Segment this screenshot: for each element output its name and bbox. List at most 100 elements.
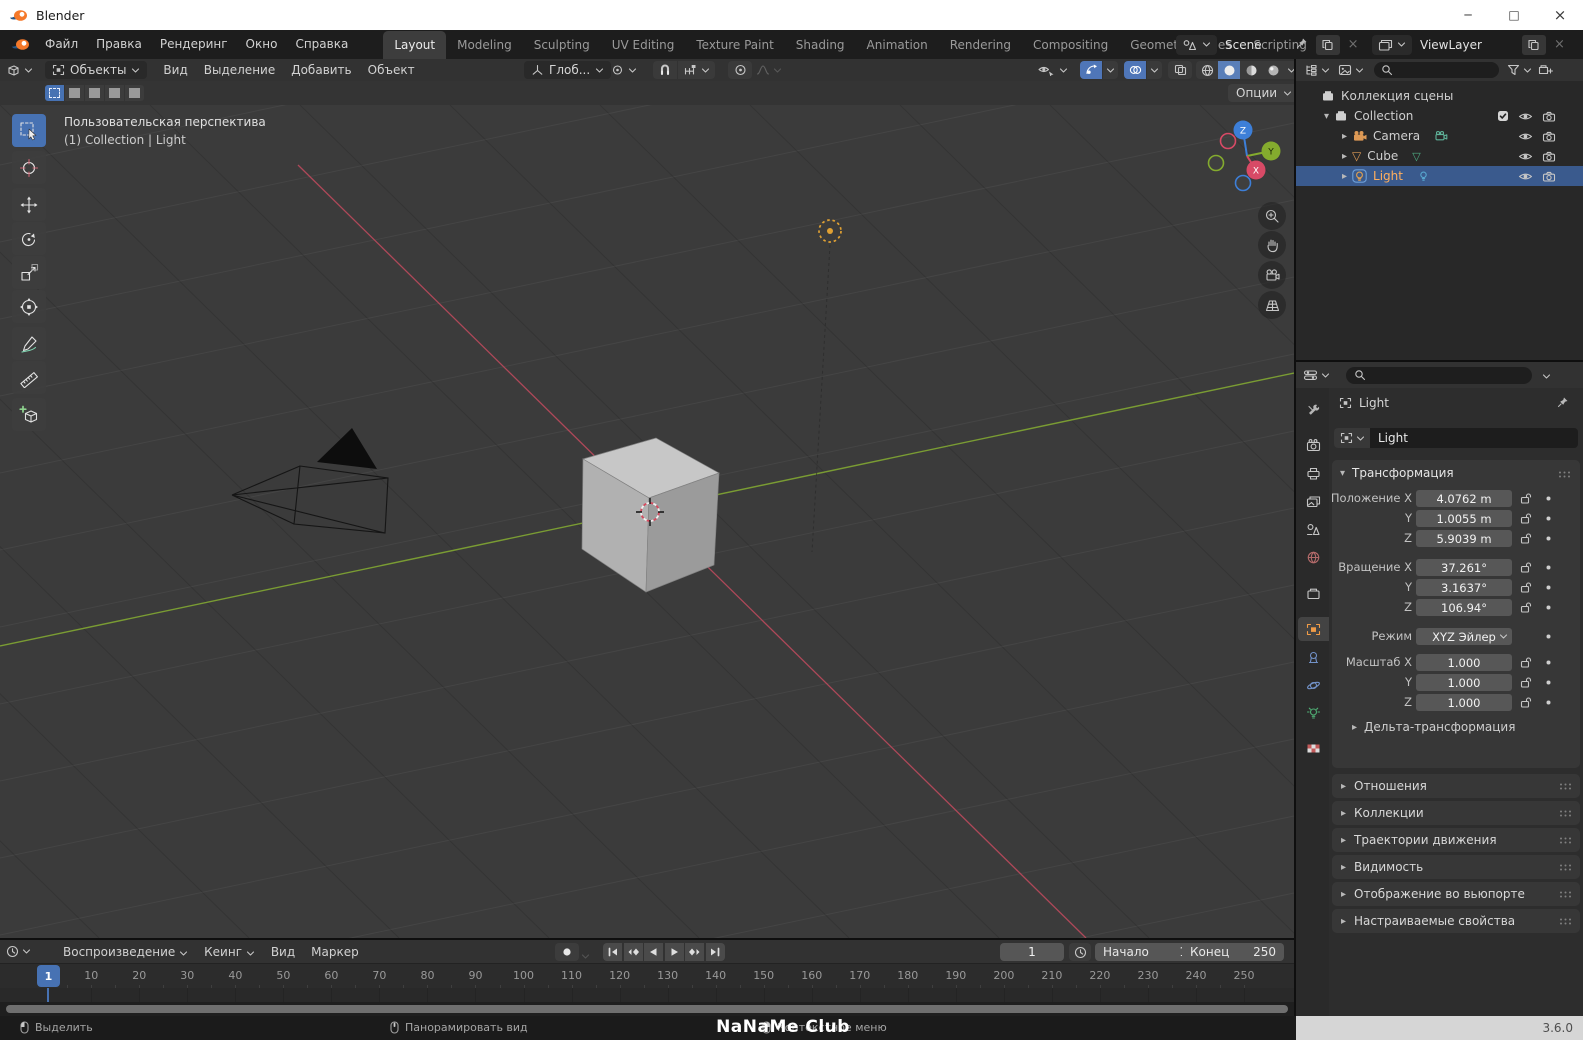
animate-dot-icon[interactable] <box>1544 678 1553 687</box>
tool-transform[interactable] <box>12 290 46 323</box>
outliner-row-cube[interactable]: ▸ ▽ Cube ▽ <box>1296 146 1583 166</box>
section-настраиваемые-свойства[interactable]: ▸ Настраиваемые свойства <box>1332 909 1580 933</box>
animate-dot-icon[interactable] <box>1544 563 1553 572</box>
properties-tab-object[interactable] <box>1298 617 1329 641</box>
workspace-tab-animation[interactable]: Animation <box>856 31 939 59</box>
tool-annotate[interactable] <box>12 327 46 360</box>
playback-play-reverse-button[interactable] <box>644 943 663 961</box>
outliner-display-mode-dropdown[interactable] <box>1304 64 1330 76</box>
outliner-row-коллекция-сцены[interactable]: Коллекция сцены <box>1296 86 1583 106</box>
editor-type-button[interactable] <box>6 64 33 77</box>
xray-toggle-button[interactable] <box>1168 61 1192 79</box>
lock-open-icon[interactable] <box>1520 493 1532 504</box>
options-dropdown[interactable]: Опции <box>1228 84 1301 102</box>
delta-transform-subpanel[interactable]: ▸ Дельта-трансформация <box>1352 720 1515 734</box>
transform-value-field[interactable]: 1.000 <box>1416 654 1512 671</box>
workspace-tab-sculpting[interactable]: Sculpting <box>523 31 601 59</box>
render-visibility-icon[interactable] <box>1542 131 1556 142</box>
workspace-tab-shading[interactable]: Shading <box>785 31 856 59</box>
auto-keying-dropdown[interactable] <box>581 948 590 962</box>
lock-open-icon[interactable] <box>1520 533 1532 544</box>
maximize-button[interactable]: □ <box>1491 0 1537 30</box>
section-траектории-движения[interactable]: ▸ Траектории движения <box>1332 828 1580 852</box>
timeline-editor-type-button[interactable] <box>6 945 31 958</box>
properties-options-dropdown[interactable] <box>1542 368 1551 382</box>
tool-add-cube[interactable] <box>12 398 46 431</box>
transform-value-field[interactable]: 4.0762 m <box>1416 490 1512 507</box>
lock-open-icon[interactable] <box>1520 677 1532 688</box>
properties-tab-render[interactable] <box>1298 433 1329 457</box>
lock-open-icon[interactable] <box>1520 513 1532 524</box>
viewport-canvas[interactable]: Пользовательская перспектива (1) Collect… <box>0 105 1294 938</box>
select-mode-set[interactable] <box>45 85 64 101</box>
menu-Рендеринг[interactable]: Рендеринг <box>151 30 237 59</box>
select-mode-intersect[interactable] <box>125 85 144 101</box>
tool-move[interactable] <box>12 188 46 221</box>
transform-value-field[interactable]: 106.94° <box>1416 599 1512 616</box>
collection-checkbox[interactable] <box>1497 110 1509 122</box>
menu-Правка[interactable]: Правка <box>87 30 151 59</box>
editor-divider-horizontal-2[interactable] <box>1296 360 1583 362</box>
animate-dot-icon[interactable] <box>1544 514 1553 523</box>
render-visibility-icon[interactable] <box>1542 171 1556 182</box>
hide-eye-icon[interactable] <box>1518 151 1533 162</box>
animate-dot-icon[interactable] <box>1544 603 1553 612</box>
viewport-menu-Добавить[interactable]: Добавить <box>283 59 359 81</box>
animate-dot-icon[interactable] <box>1544 632 1553 641</box>
workspace-tab-texture-paint[interactable]: Texture Paint <box>685 31 784 59</box>
playback-jump-start-button[interactable] <box>603 943 622 961</box>
camera-object[interactable] <box>231 428 389 534</box>
transform-value-field[interactable]: 37.261° <box>1416 559 1512 576</box>
transform-value-field[interactable]: 1.000 <box>1416 694 1512 711</box>
section-disclosure-icon[interactable]: ▸ <box>1341 916 1346 927</box>
lock-open-icon[interactable] <box>1520 657 1532 668</box>
playback-jump-end-button[interactable] <box>705 943 725 961</box>
select-mode-extend[interactable] <box>65 85 84 101</box>
workspace-tab-compositing[interactable]: Compositing <box>1022 31 1119 59</box>
lock-open-icon[interactable] <box>1520 582 1532 593</box>
timeline-menu-Маркер[interactable]: Маркер <box>303 941 367 963</box>
snap-target-dropdown[interactable] <box>678 61 715 79</box>
properties-tab-output[interactable] <box>1298 461 1329 485</box>
pin-id-icon[interactable] <box>1557 396 1569 411</box>
minimize-button[interactable]: ─ <box>1445 0 1491 30</box>
proportional-falloff-dropdown[interactable] <box>756 61 782 79</box>
menu-Окно[interactable]: Окно <box>237 30 287 59</box>
shading-rendered-button[interactable] <box>1262 61 1284 79</box>
animate-dot-icon[interactable] <box>1544 658 1553 667</box>
duplicate-view-layer-button[interactable] <box>1521 34 1546 55</box>
rotation-mode-dropdown[interactable]: XYZ Эйлер <box>1416 628 1512 645</box>
transform-value-field[interactable]: 3.1637° <box>1416 579 1512 596</box>
select-mode-subtract[interactable] <box>85 85 104 101</box>
playback-prev-keyframe-button[interactable] <box>623 943 643 961</box>
pivot-point-dropdown[interactable] <box>606 61 642 79</box>
pan-view-button[interactable] <box>1258 231 1286 259</box>
transform-value-field[interactable]: 5.9039 m <box>1416 530 1512 547</box>
workspace-tab-uv-editing[interactable]: UV Editing <box>601 31 686 59</box>
properties-tab-texture[interactable] <box>1298 737 1329 761</box>
transform-panel-header[interactable]: ▾ Трансформация <box>1340 466 1454 480</box>
disclosure-closed-icon[interactable]: ▸ <box>1342 131 1347 142</box>
animate-dot-icon[interactable] <box>1544 534 1553 543</box>
scene-name[interactable]: Scene <box>1217 38 1270 52</box>
pin-icon[interactable] <box>1296 37 1308 52</box>
timeline-scrollbar[interactable] <box>6 1005 1288 1013</box>
close-button[interactable]: × <box>1537 0 1583 30</box>
viewport-menu-Вид[interactable]: Вид <box>155 59 195 81</box>
scene-type-dropdown[interactable] <box>1176 34 1217 55</box>
section-disclosure-icon[interactable]: ▸ <box>1341 835 1346 846</box>
outliner-search-input[interactable] <box>1374 62 1499 78</box>
outliner-filter-image-dropdown[interactable] <box>1338 64 1364 76</box>
workspace-tab-modeling[interactable]: Modeling <box>446 31 523 59</box>
duplicate-scene-button[interactable] <box>1315 34 1340 55</box>
section-disclosure-icon[interactable]: ▸ <box>1341 862 1346 873</box>
lock-open-icon[interactable] <box>1520 562 1532 573</box>
proportional-editing-button[interactable] <box>728 61 752 79</box>
zoom-view-button[interactable] <box>1258 202 1286 230</box>
disclosure-closed-icon[interactable]: ▸ <box>1342 151 1347 162</box>
shading-material-button[interactable] <box>1240 61 1262 79</box>
section-отношения[interactable]: ▸ Отношения <box>1332 774 1580 798</box>
ortho-toggle-button[interactable] <box>1258 291 1286 319</box>
playback-play-button[interactable] <box>664 943 684 961</box>
tool-select-box[interactable] <box>12 114 46 147</box>
